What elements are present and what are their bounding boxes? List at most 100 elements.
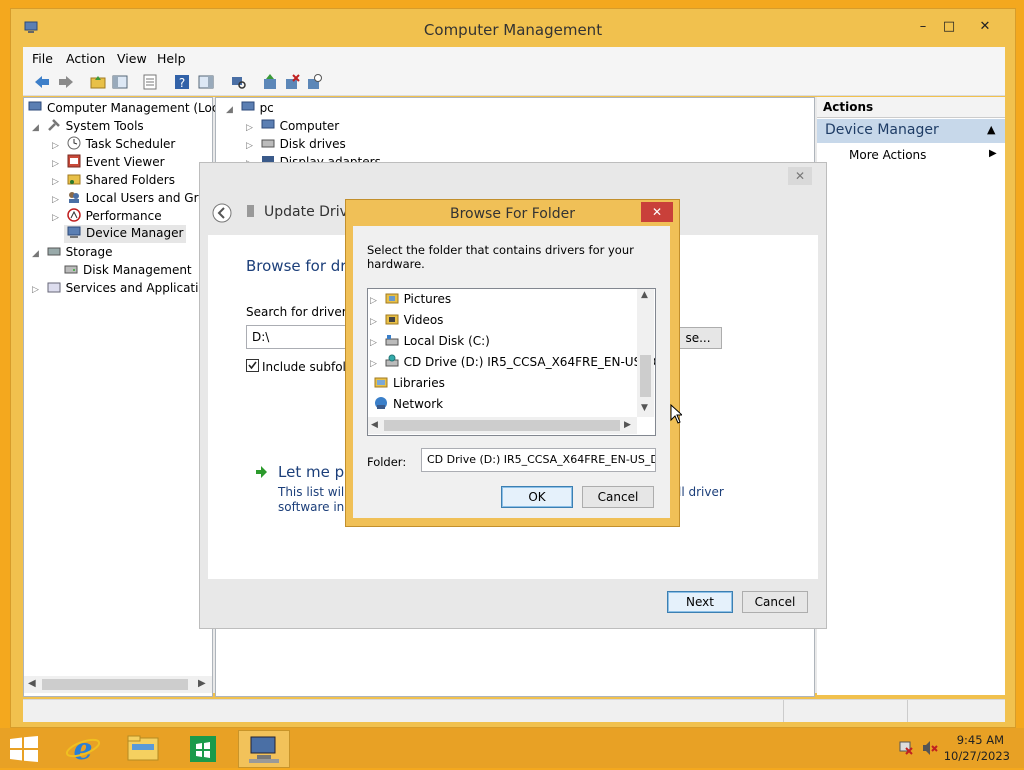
collapsed-icon[interactable]: ▷ bbox=[52, 177, 59, 187]
collapsed-icon[interactable]: ▷ bbox=[370, 317, 377, 327]
close-button[interactable]: ✕ bbox=[971, 17, 999, 37]
device-category-disk-drives[interactable]: ▷ Disk drives bbox=[246, 136, 346, 154]
disk-drive-icon bbox=[261, 136, 275, 150]
collapsed-icon[interactable]: ▷ bbox=[52, 195, 59, 205]
green-arrow-icon bbox=[254, 465, 268, 482]
expanded-icon[interactable]: ◢ bbox=[32, 249, 39, 259]
scroll-up-arrow-icon[interactable]: ▲ bbox=[641, 290, 648, 300]
scroll-down-arrow-icon[interactable]: ▼ bbox=[641, 403, 648, 413]
driver-path-input[interactable]: D:\ bbox=[246, 325, 353, 349]
tree-device-manager[interactable]: Device Manager bbox=[64, 225, 187, 243]
wizard-cancel-button[interactable]: Cancel bbox=[742, 591, 808, 613]
svg-text:?: ? bbox=[179, 76, 185, 90]
collapsed-icon[interactable]: ▷ bbox=[246, 141, 253, 151]
browse-close-button[interactable]: ✕ bbox=[641, 202, 673, 222]
expanded-icon[interactable]: ◢ bbox=[226, 105, 233, 115]
network-status-icon[interactable] bbox=[898, 740, 914, 759]
menu-file[interactable]: File bbox=[32, 51, 53, 66]
menu-view[interactable]: View bbox=[117, 51, 147, 66]
uninstall-icon[interactable] bbox=[283, 73, 301, 91]
clock-date[interactable]: 10/27/2023 bbox=[940, 749, 1010, 763]
collapsed-icon[interactable]: ▷ bbox=[246, 123, 253, 133]
folder-item-local-disk[interactable]: ▷ Local Disk (C:) bbox=[370, 331, 490, 352]
collapse-arrow-icon[interactable]: ▲ bbox=[987, 123, 995, 136]
back-arrow-icon[interactable] bbox=[212, 203, 232, 226]
forward-icon[interactable] bbox=[57, 73, 75, 91]
update-driver-icon[interactable] bbox=[261, 73, 279, 91]
scroll-right-arrow-icon[interactable]: ▶ bbox=[198, 678, 206, 689]
minimize-button[interactable]: – bbox=[909, 17, 937, 37]
folder-vertical-scrollbar[interactable]: ▲ ▼ bbox=[637, 289, 654, 417]
up-folder-icon[interactable] bbox=[89, 73, 107, 91]
scrollbar-thumb[interactable] bbox=[42, 679, 188, 690]
collapsed-icon[interactable]: ▷ bbox=[52, 213, 59, 223]
tree-local-users[interactable]: ▷ Local Users and Group bbox=[52, 190, 221, 208]
folder-horizontal-scrollbar[interactable]: ◀ ▶ bbox=[368, 417, 637, 434]
folder-item-pictures[interactable]: ▷ Pictures bbox=[370, 289, 451, 310]
wizard-close-button[interactable]: ✕ bbox=[788, 167, 812, 185]
scrollbar-thumb[interactable] bbox=[384, 420, 620, 431]
users-icon bbox=[67, 190, 81, 204]
menu-help[interactable]: Help bbox=[157, 51, 186, 66]
tree-services[interactable]: ▷ Services and Applications bbox=[32, 280, 220, 298]
folder-item-cd-drive[interactable]: ▷ CD Drive (D:) IR5_CCSA_X64FRE_EN-US_DV… bbox=[370, 352, 655, 373]
collapsed-icon[interactable]: ▷ bbox=[370, 338, 377, 348]
properties-icon[interactable] bbox=[141, 73, 159, 91]
show-hide-action-icon[interactable] bbox=[197, 73, 215, 91]
collapsed-icon[interactable]: ▷ bbox=[370, 296, 377, 306]
folder-item-libraries[interactable]: Libraries bbox=[374, 373, 445, 394]
menu-action[interactable]: Action bbox=[66, 51, 105, 66]
include-subfolders-checkbox[interactable] bbox=[246, 359, 259, 375]
tree-performance[interactable]: ▷ Performance bbox=[52, 208, 162, 226]
expanded-icon[interactable]: ◢ bbox=[32, 123, 39, 133]
store-icon[interactable] bbox=[178, 730, 228, 766]
tree-root[interactable]: Computer Management (Local bbox=[28, 100, 229, 118]
pictures-folder-icon bbox=[385, 291, 399, 305]
folder-tree[interactable]: ▷ Pictures ▷ Videos ▷ Local Disk (C:) ▷ … bbox=[367, 288, 656, 436]
let-me-pick-link[interactable]: Let me pi bbox=[278, 463, 348, 481]
browse-button[interactable]: se... bbox=[674, 327, 722, 349]
folder-item-videos[interactable]: ▷ Videos bbox=[370, 310, 443, 331]
back-icon[interactable] bbox=[33, 73, 51, 91]
maximize-button[interactable]: □ bbox=[935, 17, 963, 37]
next-button[interactable]: Next bbox=[667, 591, 733, 613]
more-actions-item[interactable]: More Actions ▶ bbox=[817, 145, 1005, 165]
folder-item-network[interactable]: Network bbox=[374, 394, 443, 415]
collapsed-icon[interactable]: ▷ bbox=[52, 159, 59, 169]
tree-storage[interactable]: ◢ Storage bbox=[32, 244, 113, 262]
tree-storage-label: Storage bbox=[65, 245, 113, 259]
help-icon[interactable]: ? bbox=[173, 73, 191, 91]
show-hide-tree-icon[interactable] bbox=[111, 73, 129, 91]
left-horizontal-scrollbar[interactable]: ◀ ▶ bbox=[24, 676, 212, 693]
tree-task-scheduler[interactable]: ▷ Task Scheduler bbox=[52, 136, 175, 154]
file-explorer-icon[interactable] bbox=[118, 730, 168, 766]
internet-explorer-icon[interactable]: e bbox=[58, 730, 108, 767]
collapsed-icon[interactable]: ▷ bbox=[370, 359, 377, 369]
tree-disk-management[interactable]: Disk Management bbox=[64, 262, 192, 280]
scan-hardware-icon[interactable] bbox=[229, 73, 247, 91]
navigation-tree[interactable]: Computer Management (Local ◢ System Tool… bbox=[23, 97, 229, 697]
tree-shared-folders[interactable]: ▷ Shared Folders bbox=[52, 172, 175, 190]
device-category-computer[interactable]: ▷ Computer bbox=[246, 118, 339, 136]
folder-input[interactable]: CD Drive (D:) IR5_CCSA_X64FRE_EN-US_DV9 bbox=[421, 448, 656, 472]
scrollbar-thumb[interactable] bbox=[640, 355, 651, 397]
start-windows-icon[interactable] bbox=[10, 736, 38, 765]
disable-icon[interactable] bbox=[305, 73, 323, 91]
volume-muted-icon[interactable] bbox=[922, 740, 938, 759]
collapsed-icon[interactable]: ▷ bbox=[52, 141, 59, 151]
scroll-right-arrow-icon[interactable]: ▶ bbox=[624, 420, 631, 430]
clock-time[interactable]: 9:45 AM bbox=[954, 733, 1004, 747]
computer-management-taskbar-button[interactable] bbox=[238, 730, 290, 768]
device-root[interactable]: ◢ pc bbox=[226, 100, 274, 118]
tree-system-tools[interactable]: ◢ System Tools bbox=[32, 118, 144, 136]
tree-event-viewer[interactable]: ▷ Event Viewer bbox=[52, 154, 165, 172]
title-bar[interactable]: Computer Management – □ ✕ bbox=[11, 9, 1015, 47]
browse-cancel-button[interactable]: Cancel bbox=[582, 486, 654, 508]
ok-button[interactable]: OK bbox=[501, 486, 573, 508]
scroll-left-arrow-icon[interactable]: ◀ bbox=[371, 420, 378, 430]
device-manager-icon bbox=[67, 225, 81, 239]
collapsed-icon[interactable]: ▷ bbox=[32, 285, 39, 295]
actions-section-device-manager[interactable]: Device Manager ▲ bbox=[817, 119, 1005, 143]
tree-system-tools-label: System Tools bbox=[65, 119, 144, 133]
scroll-left-arrow-icon[interactable]: ◀ bbox=[28, 678, 36, 689]
